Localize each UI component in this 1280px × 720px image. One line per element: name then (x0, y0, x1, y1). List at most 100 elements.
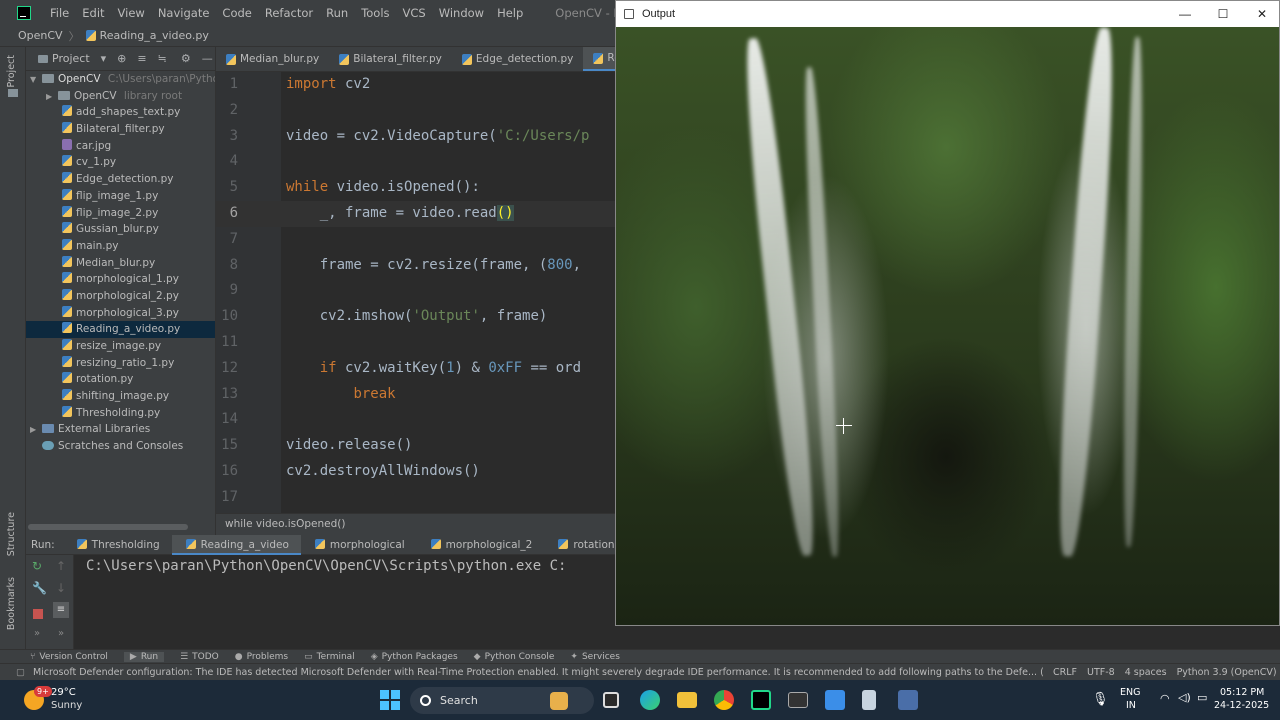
menu-vcs[interactable]: VCS (397, 6, 433, 20)
tree-scratches[interactable]: Scratches and Consoles (26, 438, 215, 455)
expand-all-icon[interactable]: ≡ (137, 52, 146, 65)
terminal-icon[interactable] (788, 692, 808, 708)
tree-file-item[interactable]: Bilateral_filter.py (26, 121, 215, 138)
menu-navigate[interactable]: Navigate (152, 6, 217, 20)
tree-file-item[interactable]: shifting_image.py (26, 388, 215, 405)
pycharm-icon[interactable] (751, 690, 771, 710)
tool-version-control[interactable]: ⑂ Version Control (30, 652, 108, 662)
battery-icon[interactable]: ▭ (1197, 691, 1207, 704)
breadcrumb-project[interactable]: OpenCV (18, 29, 63, 42)
photos-icon[interactable] (825, 690, 845, 710)
tree-file-item[interactable]: morphological_2.py (26, 288, 215, 305)
app-icon[interactable] (898, 690, 918, 710)
menu-tools[interactable]: Tools (355, 6, 396, 20)
menu-code[interactable]: Code (216, 6, 258, 20)
tool-problems[interactable]: ● Problems (235, 652, 288, 662)
tree-root[interactable]: ▼ OpenCV C:\Users\paran\Python\O (26, 71, 215, 88)
gear-icon[interactable]: ⚙ (181, 52, 191, 65)
maximize-button[interactable]: ☐ (1214, 5, 1232, 23)
rerun-icon[interactable]: ↻ (32, 559, 42, 573)
notification-icon[interactable]: ▢ (16, 667, 25, 678)
volume-icon[interactable]: ◁) (1178, 691, 1191, 704)
project-view-selector[interactable]: Project (52, 52, 90, 65)
tree-external-libraries[interactable]: ▶ External Libraries (26, 421, 215, 438)
chrome-icon[interactable] (714, 690, 734, 710)
structure-tool-tab[interactable]: Structure (6, 512, 17, 556)
tree-file-item[interactable]: rotation.py (26, 371, 215, 388)
menu-run[interactable]: Run (320, 6, 355, 20)
edge-browser-icon[interactable] (640, 690, 660, 710)
minimize-button[interactable]: — (1176, 5, 1194, 23)
tree-file-item[interactable]: Edge_detection.py (26, 171, 215, 188)
weather-widget[interactable]: 9+ 29°C Sunny (24, 686, 104, 714)
arrow-down-icon[interactable]: ↓ (56, 581, 66, 595)
file-encoding[interactable]: UTF-8 (1087, 667, 1115, 678)
tab-edge-detection[interactable]: Edge_detection.py (452, 47, 583, 71)
editor-breadcrumb[interactable]: while video.isOpened() (216, 513, 616, 535)
tool-services[interactable]: ✦ Services (570, 652, 620, 662)
tree-file-item[interactable]: add_shapes_text.py (26, 104, 215, 121)
run-tab-thresholding[interactable]: Thresholding (63, 535, 172, 555)
tree-file-item[interactable]: Thresholding.py (26, 405, 215, 422)
tree-file-item[interactable]: Reading_a_video.py (26, 321, 215, 338)
minimize-icon[interactable]: — (202, 52, 213, 65)
tab-median-blur[interactable]: Median_blur.py (216, 47, 329, 71)
soft-wrap-icon[interactable]: ≡ (53, 602, 69, 618)
line-separator[interactable]: CRLF (1053, 667, 1077, 678)
tree-file-item[interactable]: flip_image_2.py (26, 205, 215, 222)
tree-folder-library[interactable]: ▶ OpenCV library root (26, 88, 215, 105)
lang-bottom[interactable]: IN (1126, 700, 1136, 711)
menu-edit[interactable]: Edit (76, 6, 111, 20)
menu-help[interactable]: Help (491, 6, 530, 20)
horizontal-scrollbar[interactable] (28, 524, 188, 530)
tool-python-console[interactable]: ◆ Python Console (474, 652, 555, 662)
tree-file-item[interactable]: flip_image_1.py (26, 188, 215, 205)
tree-file-item[interactable]: main.py (26, 238, 215, 255)
collapse-all-icon[interactable]: ≒ (158, 52, 167, 65)
more-icon[interactable]: » (34, 628, 40, 639)
run-tab-morphological[interactable]: morphological (301, 535, 417, 555)
chevron-down-icon[interactable]: ▾ (101, 52, 107, 65)
project-tool-tab[interactable]: Project (6, 55, 17, 88)
taskbar-search[interactable]: Search (410, 687, 594, 714)
tool-terminal[interactable]: ▭ Terminal (304, 652, 355, 662)
output-window-titlebar[interactable]: Output — ☐ ✕ (616, 1, 1279, 27)
bookmarks-tool-tab[interactable]: Bookmarks (6, 577, 17, 630)
tab-bilateral-filter[interactable]: Bilateral_filter.py (329, 47, 452, 71)
tool-python-packages[interactable]: ◈ Python Packages (371, 652, 458, 662)
run-console[interactable]: ↻ ↑ 🔧 ↓ ≡ » » C:\Users\paran\Python\Open… (26, 555, 616, 649)
tab-reading-a-video[interactable]: Readi (583, 47, 616, 71)
tree-file-item[interactable]: Median_blur.py (26, 255, 215, 272)
menu-file[interactable]: File (44, 6, 76, 20)
run-tab-morphological-2[interactable]: morphological_2 (417, 535, 545, 555)
run-tab-reading-a-video[interactable]: Reading_a_video (171, 534, 301, 555)
tool-todo[interactable]: ☰ TODO (180, 652, 219, 662)
tree-file-item[interactable]: morphological_3.py (26, 305, 215, 322)
more-icon[interactable]: » (58, 628, 64, 639)
tree-file-item[interactable]: resizing_ratio_1.py (26, 355, 215, 372)
breadcrumb-file[interactable]: Reading_a_video.py (100, 29, 209, 42)
tree-file-item[interactable]: morphological_1.py (26, 271, 215, 288)
lang-top[interactable]: ENG (1120, 687, 1140, 698)
stop-icon[interactable] (33, 609, 43, 619)
snipping-tool-icon[interactable] (862, 690, 876, 710)
tool-run[interactable]: ▶ Run (123, 651, 165, 662)
wrench-icon[interactable]: 🔧 (32, 581, 47, 595)
clock-time[interactable]: 05:12 PM (1220, 687, 1264, 698)
tree-file-item[interactable]: resize_image.py (26, 338, 215, 355)
tree-file-item[interactable]: Gussian_blur.py (26, 221, 215, 238)
indent-setting[interactable]: 4 spaces (1125, 667, 1167, 678)
file-explorer-icon[interactable] (677, 692, 697, 708)
code-editor[interactable]: 1 import cv2 2 3 video = cv2.VideoCapture(… (216, 72, 616, 513)
close-button[interactable]: ✕ (1253, 5, 1271, 23)
windows-start-icon[interactable] (380, 690, 400, 710)
microphone-icon[interactable]: 🎙 (1092, 692, 1109, 707)
menu-window[interactable]: Window (433, 6, 491, 20)
menu-refactor[interactable]: Refactor (259, 6, 320, 20)
tree-file-item[interactable]: cv_1.py (26, 154, 215, 171)
arrow-up-icon[interactable]: ↑ (56, 559, 66, 573)
menu-view[interactable]: View (112, 6, 152, 20)
wifi-icon[interactable]: ◠ (1160, 692, 1170, 705)
target-icon[interactable]: ⊕ (117, 52, 126, 65)
status-message[interactable]: Microsoft Defender configuration: The ID… (33, 667, 1043, 678)
